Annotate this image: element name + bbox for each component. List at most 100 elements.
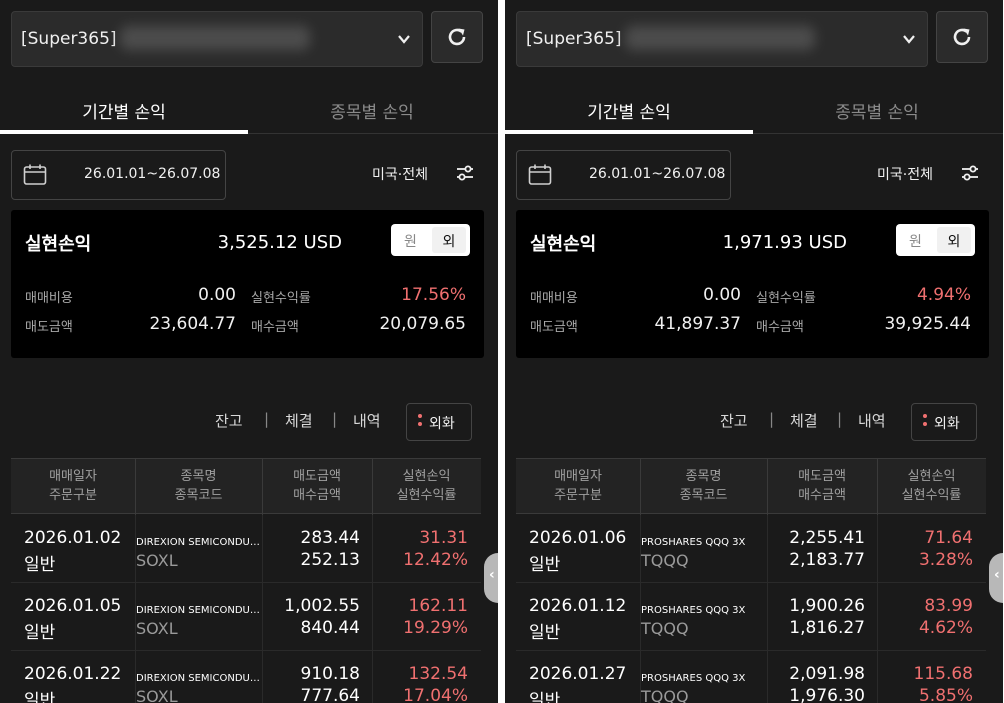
stock-name: DIREXION SEMICONDU… <box>136 673 260 684</box>
row-divider <box>372 651 373 703</box>
realized-pl: 31.31 <box>419 528 468 548</box>
tab-stock-pl[interactable]: 종목별 손익 <box>753 98 1001 123</box>
order-type: 일반 <box>24 623 56 643</box>
realized-pl: 115.68 <box>913 664 973 684</box>
foreign-currency-button[interactable]: 외화 <box>911 403 977 441</box>
sell-amount: 1,900.26 <box>789 596 865 616</box>
stock-code: TQQQ <box>641 619 689 638</box>
trade-date: 2026.01.06 <box>529 528 627 548</box>
row-divider <box>877 651 878 703</box>
refresh-button[interactable] <box>431 11 483 63</box>
trade-date: 2026.01.27 <box>529 664 627 684</box>
refresh-button[interactable] <box>936 11 988 63</box>
stock-name: PROSHARES QQQ 3X <box>641 537 746 548</box>
buy-value: 20,079.65 <box>379 314 466 334</box>
table-row[interactable]: 2026.01.02 일반 DIREXION SEMICONDU… SOXL 2… <box>11 515 481 583</box>
realized-pl: 83.99 <box>924 596 973 616</box>
link-separator: | <box>769 410 775 428</box>
row-divider <box>767 651 768 703</box>
table-row[interactable]: 2026.01.06 일반 PROSHARES QQQ 3X TQQQ 2,25… <box>516 515 986 583</box>
toggle-foreign[interactable]: 외 <box>937 227 971 253</box>
chevron-left-icon: ‹ <box>489 567 495 583</box>
date-range-text: 26.01.01~26.07.08 <box>589 166 726 182</box>
side-drawer-handle[interactable]: ‹ <box>989 553 1003 603</box>
buy-amount: 1,976.30 <box>789 686 865 703</box>
buy-amount: 252.13 <box>300 550 360 570</box>
tab-stock-pl[interactable]: 종목별 손익 <box>248 98 496 123</box>
header-pl: 실현손익 실현수익률 <box>372 467 481 505</box>
active-tab-indicator <box>0 130 248 134</box>
header-name-code: 종목명 종목코드 <box>135 467 262 505</box>
table-row[interactable]: 2026.01.12 일반 PROSHARES QQQ 3X TQQQ 1,90… <box>516 583 986 651</box>
stock-code: TQQQ <box>641 551 689 570</box>
refresh-icon <box>448 28 466 46</box>
realized-rate: 19.29% <box>403 618 468 638</box>
table-row[interactable]: 2026.01.27 일반 PROSHARES QQQ 3X TQQQ 2,09… <box>516 651 986 703</box>
row-divider <box>262 515 263 583</box>
realized-pl-card: 실현손익 3,525.12 USD 원 외 매매비용 0.00 실현수익률 17… <box>11 210 484 358</box>
header-buy: 매수금액 <box>798 488 846 503</box>
rate-value: 4.94% <box>916 285 971 305</box>
account-name: [Super365] <box>21 29 117 49</box>
market-filter-label[interactable]: 미국·전체 <box>372 164 428 184</box>
buy-label: 매수금액 <box>756 320 804 335</box>
currency-toggle[interactable]: 원 외 <box>896 224 975 256</box>
market-filter-label[interactable]: 미국·전체 <box>877 164 933 184</box>
filter-settings-icon[interactable] <box>455 163 475 183</box>
table-header: 매매일자 주문구분 종목명 종목코드 매도금액 매수금액 실현손익 실현수익률 <box>516 458 986 515</box>
table-row[interactable]: 2026.01.05 일반 DIREXION SEMICONDU… SOXL 1… <box>11 583 481 651</box>
account-number-blurred <box>120 26 310 50</box>
more-dots-icon <box>923 414 927 418</box>
row-divider <box>767 583 768 651</box>
account-selector[interactable]: [Super365] <box>11 11 423 67</box>
stock-code: SOXL <box>136 619 178 638</box>
date-range-picker[interactable]: 26.01.01~26.07.08 <box>516 150 731 200</box>
rate-label: 실현수익률 <box>756 291 816 306</box>
rate-label: 실현수익률 <box>251 291 311 306</box>
link-balance[interactable]: 잔고 <box>215 410 243 431</box>
toggle-krw[interactable]: 원 <box>909 231 922 251</box>
toggle-foreign[interactable]: 외 <box>432 227 466 253</box>
chevron-left-icon: ‹ <box>994 567 1000 583</box>
sell-value: 41,897.37 <box>654 314 741 334</box>
screen-right: [Super365] 기간별 손익 종목별 손익 26.01.01~26.07.… <box>505 0 1003 703</box>
account-selector[interactable]: [Super365] <box>516 11 928 67</box>
header-sell: 매도금액 <box>293 469 341 484</box>
summary-total: 3,525.12 USD <box>217 232 342 253</box>
tab-period-pl[interactable]: 기간별 손익 <box>505 98 753 123</box>
sell-value: 23,604.77 <box>149 314 236 334</box>
table-header: 매매일자 주문구분 종목명 종목코드 매도금액 매수금액 실현손익 실현수익률 <box>11 458 481 515</box>
tab-period-pl[interactable]: 기간별 손익 <box>0 98 248 123</box>
header-realized-rate: 실현수익률 <box>396 488 457 503</box>
link-separator: | <box>264 410 270 428</box>
calendar-icon <box>528 164 552 185</box>
buy-value: 39,925.44 <box>884 314 971 334</box>
realized-rate: 3.28% <box>918 550 973 570</box>
stock-name: DIREXION SEMICONDU… <box>136 537 260 548</box>
table-row[interactable]: 2026.01.22 일반 DIREXION SEMICONDU… SOXL 9… <box>11 651 481 703</box>
header-realized-pl: 실현손익 <box>907 469 956 484</box>
order-type: 일반 <box>24 555 56 575</box>
active-tab-indicator <box>505 130 753 134</box>
account-number-blurred <box>625 26 815 50</box>
link-history[interactable]: 내역 <box>858 410 886 431</box>
realized-rate: 17.04% <box>403 686 468 703</box>
buy-amount: 840.44 <box>300 618 360 638</box>
link-history[interactable]: 내역 <box>353 410 381 431</box>
foreign-currency-button[interactable]: 외화 <box>406 403 472 441</box>
date-range-text: 26.01.01~26.07.08 <box>84 166 221 182</box>
row-divider <box>372 515 373 583</box>
filter-settings-icon[interactable] <box>960 163 980 183</box>
currency-toggle[interactable]: 원 외 <box>391 224 470 256</box>
sell-amount: 2,091.98 <box>789 664 865 684</box>
date-range-picker[interactable]: 26.01.01~26.07.08 <box>11 150 226 200</box>
refresh-icon <box>953 28 971 46</box>
stock-code: TQQQ <box>641 687 689 703</box>
link-balance[interactable]: 잔고 <box>720 410 748 431</box>
link-executions[interactable]: 체결 <box>790 410 818 431</box>
order-type: 일반 <box>529 555 561 575</box>
side-drawer-handle[interactable]: ‹ <box>484 553 498 603</box>
toggle-krw[interactable]: 원 <box>404 231 417 251</box>
realized-pl: 71.64 <box>924 528 973 548</box>
link-executions[interactable]: 체결 <box>285 410 313 431</box>
